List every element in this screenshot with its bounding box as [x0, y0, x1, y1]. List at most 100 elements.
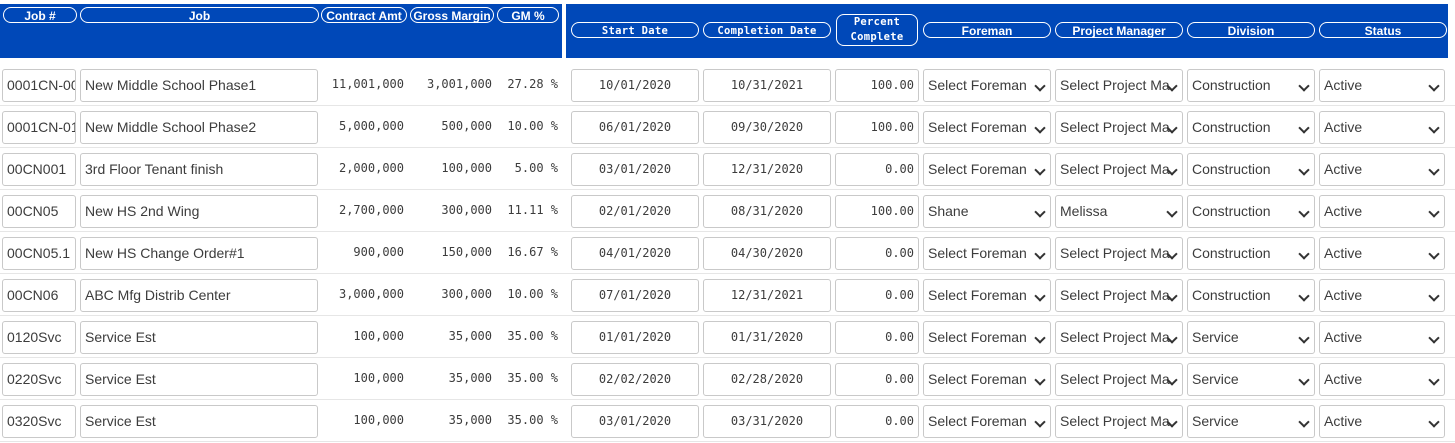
percent-complete-input[interactable]: 0.00 [835, 321, 919, 354]
col-header-gross-margin[interactable]: Gross Margin [410, 7, 494, 23]
job-name-input[interactable]: New Middle School Phase2 [80, 111, 318, 144]
col-header-division[interactable]: Division [1187, 22, 1315, 38]
percent-complete-input[interactable]: 100.00 [835, 111, 919, 144]
start-date-input[interactable]: 07/01/2020 [571, 279, 699, 312]
col-header-job-no[interactable]: Job # [3, 7, 77, 23]
row-separator [0, 441, 1455, 442]
job-no-input[interactable]: 00CN05.1 [2, 237, 76, 270]
col-header-completion-date[interactable]: Completion Date [703, 22, 831, 38]
completion-date-input[interactable]: 01/31/2020 [703, 321, 831, 354]
percent-complete-input[interactable]: 100.00 [835, 69, 919, 102]
start-date-input[interactable]: 03/01/2020 [571, 153, 699, 186]
col-header-status[interactable]: Status [1319, 22, 1447, 38]
foreman-select[interactable]: Select Foreman [923, 279, 1051, 312]
foreman-select[interactable]: Select Foreman [923, 111, 1051, 144]
job-name-input[interactable]: Service Est [80, 321, 318, 354]
division-select[interactable]: Construction [1187, 69, 1315, 102]
status-select[interactable]: Active [1319, 405, 1445, 438]
gross-margin-value: 150,000 [441, 245, 492, 259]
chevron-down-icon [1428, 290, 1440, 302]
project-manager-select[interactable]: Select Project Ma [1055, 153, 1183, 186]
status-select[interactable]: Active [1319, 153, 1445, 186]
status-select[interactable]: Active [1319, 363, 1445, 396]
project-manager-select[interactable]: Select Project Ma [1055, 405, 1183, 438]
job-no-input[interactable]: 00CN001 [2, 153, 76, 186]
job-no-input[interactable]: 00CN05 [2, 195, 76, 228]
job-no-input[interactable]: 00CN06 [2, 279, 76, 312]
project-manager-select[interactable]: Select Project Ma [1055, 111, 1183, 144]
job-name-input[interactable]: New Middle School Phase1 [80, 69, 318, 102]
job-no-input[interactable]: 0120Svc [2, 321, 76, 354]
contract-amt-value: 2,000,000 [338, 161, 404, 175]
start-date-input[interactable]: 06/01/2020 [571, 111, 699, 144]
project-manager-select[interactable]: Select Project Ma [1055, 69, 1183, 102]
percent-complete-input[interactable]: 0.00 [835, 153, 919, 186]
job-name-input[interactable]: New HS Change Order#1 [80, 237, 318, 270]
percent-complete-input[interactable]: 0.00 [835, 279, 919, 312]
percent-complete-input[interactable]: 0.00 [835, 363, 919, 396]
completion-date-input[interactable]: 03/31/2020 [703, 405, 831, 438]
job-no-input[interactable]: 0320Svc [2, 405, 76, 438]
division-select[interactable]: Service [1187, 363, 1315, 396]
foreman-select[interactable]: Select Foreman [923, 237, 1051, 270]
division-select[interactable]: Construction [1187, 111, 1315, 144]
status-select[interactable]: Active [1319, 237, 1445, 270]
col-header-percent-complete[interactable]: Percent Complete [836, 14, 918, 46]
completion-date-input[interactable]: 12/31/2021 [703, 279, 831, 312]
job-name-input[interactable]: New HS 2nd Wing [80, 195, 318, 228]
col-header-project-manager[interactable]: Project Manager [1055, 22, 1183, 38]
col-header-job[interactable]: Job [80, 7, 319, 23]
start-date-input[interactable]: 02/02/2020 [571, 363, 699, 396]
job-no-input[interactable]: 0001CN-00 [2, 69, 76, 102]
job-name-input[interactable]: Service Est [80, 405, 318, 438]
completion-date-input[interactable]: 04/30/2020 [703, 237, 831, 270]
percent-complete-input[interactable]: 0.00 [835, 405, 919, 438]
percent-complete-input[interactable]: 100.00 [835, 195, 919, 228]
status-select[interactable]: Active [1319, 195, 1445, 228]
division-select[interactable]: Construction [1187, 195, 1315, 228]
division-selected-value: Service [1192, 413, 1239, 429]
gm-pct-value: 10.00 % [507, 287, 558, 301]
project-manager-select[interactable]: Select Project Ma [1055, 321, 1183, 354]
col-header-contract-amt[interactable]: Contract Amt [321, 7, 407, 23]
start-date-input[interactable]: 10/01/2020 [571, 69, 699, 102]
chevron-down-icon [1428, 374, 1440, 386]
project-manager-select[interactable]: Melissa [1055, 195, 1183, 228]
foreman-select[interactable]: Select Foreman [923, 405, 1051, 438]
project-manager-select[interactable]: Select Project Ma [1055, 363, 1183, 396]
col-header-foreman[interactable]: Foreman [923, 22, 1051, 38]
start-date-input[interactable]: 03/01/2020 [571, 405, 699, 438]
completion-date-input[interactable]: 09/30/2020 [703, 111, 831, 144]
division-select[interactable]: Construction [1187, 153, 1315, 186]
start-date-input[interactable]: 02/01/2020 [571, 195, 699, 228]
job-no-input[interactable]: 0001CN-01 [2, 111, 76, 144]
foreman-select[interactable]: Select Foreman [923, 363, 1051, 396]
foreman-select[interactable]: Select Foreman [923, 69, 1051, 102]
status-select[interactable]: Active [1319, 111, 1445, 144]
completion-date-input[interactable]: 02/28/2020 [703, 363, 831, 396]
foreman-select[interactable]: Select Foreman [923, 321, 1051, 354]
foreman-select[interactable]: Select Foreman [923, 153, 1051, 186]
job-name-input[interactable]: Service Est [80, 363, 318, 396]
status-select[interactable]: Active [1319, 69, 1445, 102]
status-select[interactable]: Active [1319, 321, 1445, 354]
completion-date-input[interactable]: 08/31/2020 [703, 195, 831, 228]
col-header-start-date[interactable]: Start Date [571, 22, 699, 38]
job-name-input[interactable]: ABC Mfg Distrib Center [80, 279, 318, 312]
project-manager-select[interactable]: Select Project Ma [1055, 237, 1183, 270]
status-select[interactable]: Active [1319, 279, 1445, 312]
division-select[interactable]: Service [1187, 321, 1315, 354]
division-select[interactable]: Service [1187, 405, 1315, 438]
start-date-input[interactable]: 01/01/2020 [571, 321, 699, 354]
job-name-input[interactable]: 3rd Floor Tenant finish [80, 153, 318, 186]
foreman-select[interactable]: Shane [923, 195, 1051, 228]
col-header-gm-pct[interactable]: GM % [497, 7, 559, 23]
job-no-input[interactable]: 0220Svc [2, 363, 76, 396]
start-date-input[interactable]: 04/01/2020 [571, 237, 699, 270]
division-select[interactable]: Construction [1187, 279, 1315, 312]
percent-complete-input[interactable]: 0.00 [835, 237, 919, 270]
project-manager-select[interactable]: Select Project Ma [1055, 279, 1183, 312]
completion-date-input[interactable]: 10/31/2021 [703, 69, 831, 102]
completion-date-input[interactable]: 12/31/2020 [703, 153, 831, 186]
division-select[interactable]: Construction [1187, 237, 1315, 270]
